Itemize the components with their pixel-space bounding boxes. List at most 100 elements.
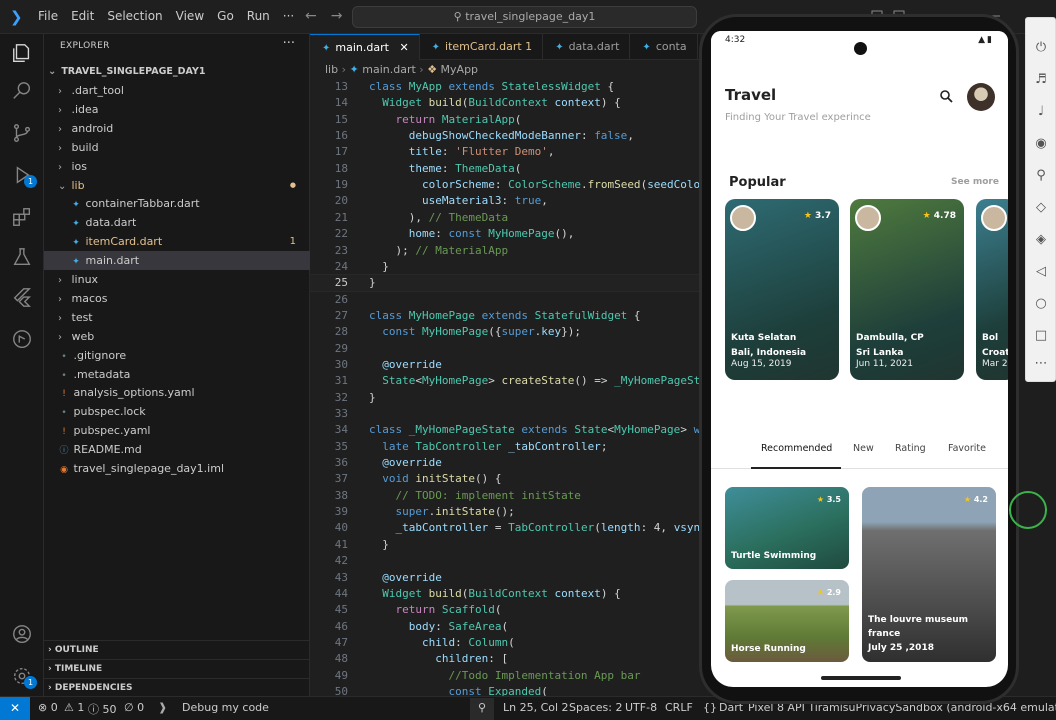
- tree-label: lib: [71, 178, 85, 192]
- tree-file[interactable]: • .metadata: [44, 365, 310, 384]
- command-center-search[interactable]: ⚲ travel_singlepage_day1: [352, 6, 697, 28]
- rec-card-turtle[interactable]: ★ 3.5 Turtle Swimming: [725, 487, 849, 569]
- code-text: title: 'Flutter Demo',: [408, 145, 555, 159]
- menu-item[interactable]: File: [38, 9, 58, 23]
- warnings-count[interactable]: ⚠ 1: [64, 701, 84, 714]
- zoom-icon[interactable]: ⚲: [1033, 168, 1049, 184]
- more-icon[interactable]: ⋯: [1033, 356, 1049, 372]
- tree-label: travel_singlepage_day1.iml: [73, 462, 225, 475]
- breadcrumb-symbol[interactable]: MyApp: [441, 63, 479, 76]
- tree-folder[interactable]: › ios: [44, 157, 310, 176]
- popular-card[interactable]: ★ 4.78 Dambulla, CP Sri Lanka Jun 11, 2021: [850, 199, 964, 380]
- tab-recommended[interactable]: Recommended: [761, 443, 832, 454]
- tree-file[interactable]: ! analysis_options.yaml: [44, 383, 310, 402]
- debug-config[interactable]: Debug my code: [182, 701, 269, 714]
- tree-file[interactable]: ! pubspec.yaml: [44, 421, 310, 440]
- tree-folder[interactable]: › web: [44, 327, 310, 346]
- tree-folder[interactable]: ⌄ lib ●: [44, 176, 310, 195]
- rotate-right-icon[interactable]: ◈: [1033, 232, 1049, 248]
- editor-tab[interactable]: ✦ conta: [630, 34, 698, 60]
- tab-new[interactable]: New: [853, 443, 874, 454]
- tree-file[interactable]: ⓘ README.md: [44, 440, 310, 459]
- code-line: 28 const MyHomePage({super.key});: [310, 324, 700, 340]
- profile-avatar[interactable]: [967, 83, 995, 111]
- tree-folder[interactable]: › test: [44, 308, 310, 327]
- see-more-link[interactable]: See more: [951, 177, 999, 187]
- tree-folder[interactable]: › macos: [44, 289, 310, 308]
- source-control-icon[interactable]: [0, 115, 44, 151]
- rec-card-horse[interactable]: ★ 2.9 Horse Running: [725, 580, 849, 662]
- indentation[interactable]: Spaces: 2: [569, 701, 622, 714]
- camera-icon[interactable]: ◉: [1033, 136, 1049, 152]
- menu-item[interactable]: ···: [283, 9, 294, 23]
- app-subtitle: Finding Your Travel experince: [725, 112, 871, 123]
- line-ending[interactable]: CRLF: [665, 701, 693, 714]
- tab-favorite[interactable]: Favorite: [948, 443, 986, 454]
- search-icon[interactable]: [939, 89, 953, 103]
- popular-card[interactable]: ★ 3.7 Kuta Selatan Bali, Indonesia Aug 15, …: [725, 199, 839, 380]
- home-indicator[interactable]: [821, 676, 901, 680]
- overview-icon[interactable]: □: [1033, 328, 1049, 344]
- forward-arrow-icon[interactable]: →: [331, 8, 343, 24]
- explorer-icon[interactable]: [0, 35, 44, 71]
- tree-folder[interactable]: › .idea: [44, 100, 310, 119]
- timeline-section[interactable]: › TIMELINE: [44, 659, 310, 677]
- tree-file[interactable]: ✦ main.dart: [44, 251, 310, 271]
- tree-folder[interactable]: › linux: [44, 270, 310, 289]
- zoom-icon[interactable]: ⚲: [470, 698, 494, 720]
- tree-file[interactable]: ✦ itemCard.dart 1: [44, 232, 310, 251]
- menu-item[interactable]: View: [176, 9, 204, 23]
- account-icon[interactable]: [0, 616, 44, 652]
- back-icon[interactable]: ◁: [1033, 264, 1049, 280]
- close-icon[interactable]: ✕: [399, 41, 408, 54]
- code-text: late TabController _tabController;: [382, 439, 608, 453]
- menu-item[interactable]: Run: [247, 9, 270, 23]
- search-icon[interactable]: [0, 73, 44, 109]
- project-root[interactable]: ⌄ TRAVEL_SINGLEPAGE_DAY1: [44, 62, 310, 81]
- tree-file[interactable]: ◉ travel_singlepage_day1.iml: [44, 459, 310, 478]
- menu-item[interactable]: Go: [217, 9, 234, 23]
- breadcrumb-lib[interactable]: lib: [325, 63, 338, 76]
- tree-folder[interactable]: › .dart_tool: [44, 81, 310, 100]
- tree-folder[interactable]: › build: [44, 138, 310, 157]
- code-line: 17 title: 'Flutter Demo',: [310, 144, 700, 160]
- rec-card-louvre[interactable]: ★ 4.2 The louvre museum france July 25 ,…: [862, 487, 996, 662]
- tree-file[interactable]: ✦ containerTabbar.dart: [44, 194, 310, 213]
- phone-screen[interactable]: 4:32 ▲▮ Travel Finding Your Travel exper…: [711, 31, 1008, 687]
- extensions-icon[interactable]: [0, 199, 44, 235]
- errors-count[interactable]: ⊗ 0: [38, 701, 58, 714]
- ports-count[interactable]: ∅ 0: [124, 701, 144, 714]
- power-icon[interactable]: ⏻: [1033, 40, 1049, 56]
- github-icon[interactable]: [0, 321, 44, 357]
- volume-down-icon[interactable]: ♩: [1033, 104, 1049, 120]
- explorer-more-button[interactable]: ···: [283, 36, 295, 51]
- outline-section[interactable]: › OUTLINE: [44, 640, 310, 658]
- tree-folder[interactable]: › android: [44, 119, 310, 138]
- editor-tab[interactable]: ✦ itemCard.dart 1: [420, 34, 544, 60]
- home-icon[interactable]: ○: [1033, 296, 1049, 312]
- encoding[interactable]: UTF-8: [625, 701, 657, 714]
- dart-file-icon: ✦: [555, 42, 564, 53]
- remote-button[interactable]: ✕: [0, 697, 30, 720]
- code-line: 41 }: [310, 537, 700, 553]
- tree-file[interactable]: • .gitignore: [44, 346, 310, 365]
- tree-file[interactable]: • pubspec.lock: [44, 402, 310, 421]
- tree-file[interactable]: ✦ data.dart: [44, 213, 310, 232]
- popular-card[interactable]: Bol Croat Mar 2: [976, 199, 1008, 380]
- volume-up-icon[interactable]: ♬: [1033, 72, 1049, 88]
- rotate-left-icon[interactable]: ◇: [1033, 200, 1049, 216]
- menu-item[interactable]: Selection: [107, 9, 162, 23]
- testing-icon[interactable]: [0, 239, 44, 275]
- back-arrow-icon[interactable]: ←: [305, 8, 317, 24]
- editor-tab[interactable]: ✦ data.dart: [543, 34, 631, 60]
- breadcrumb-file[interactable]: main.dart: [362, 63, 416, 76]
- cursor-position[interactable]: Ln 25, Col 2: [503, 701, 569, 714]
- dependencies-section[interactable]: › DEPENDENCIES: [44, 678, 310, 696]
- tab-rating[interactable]: Rating: [895, 443, 926, 454]
- info-count[interactable]: ⓘ 50: [88, 701, 117, 717]
- editor-tab[interactable]: ✦ main.dart ✕: [310, 34, 420, 60]
- manage-icon[interactable]: 1: [0, 658, 44, 694]
- run-debug-icon[interactable]: 1: [0, 157, 44, 193]
- menu-item[interactable]: Edit: [71, 9, 94, 23]
- flutter-icon[interactable]: [0, 279, 44, 315]
